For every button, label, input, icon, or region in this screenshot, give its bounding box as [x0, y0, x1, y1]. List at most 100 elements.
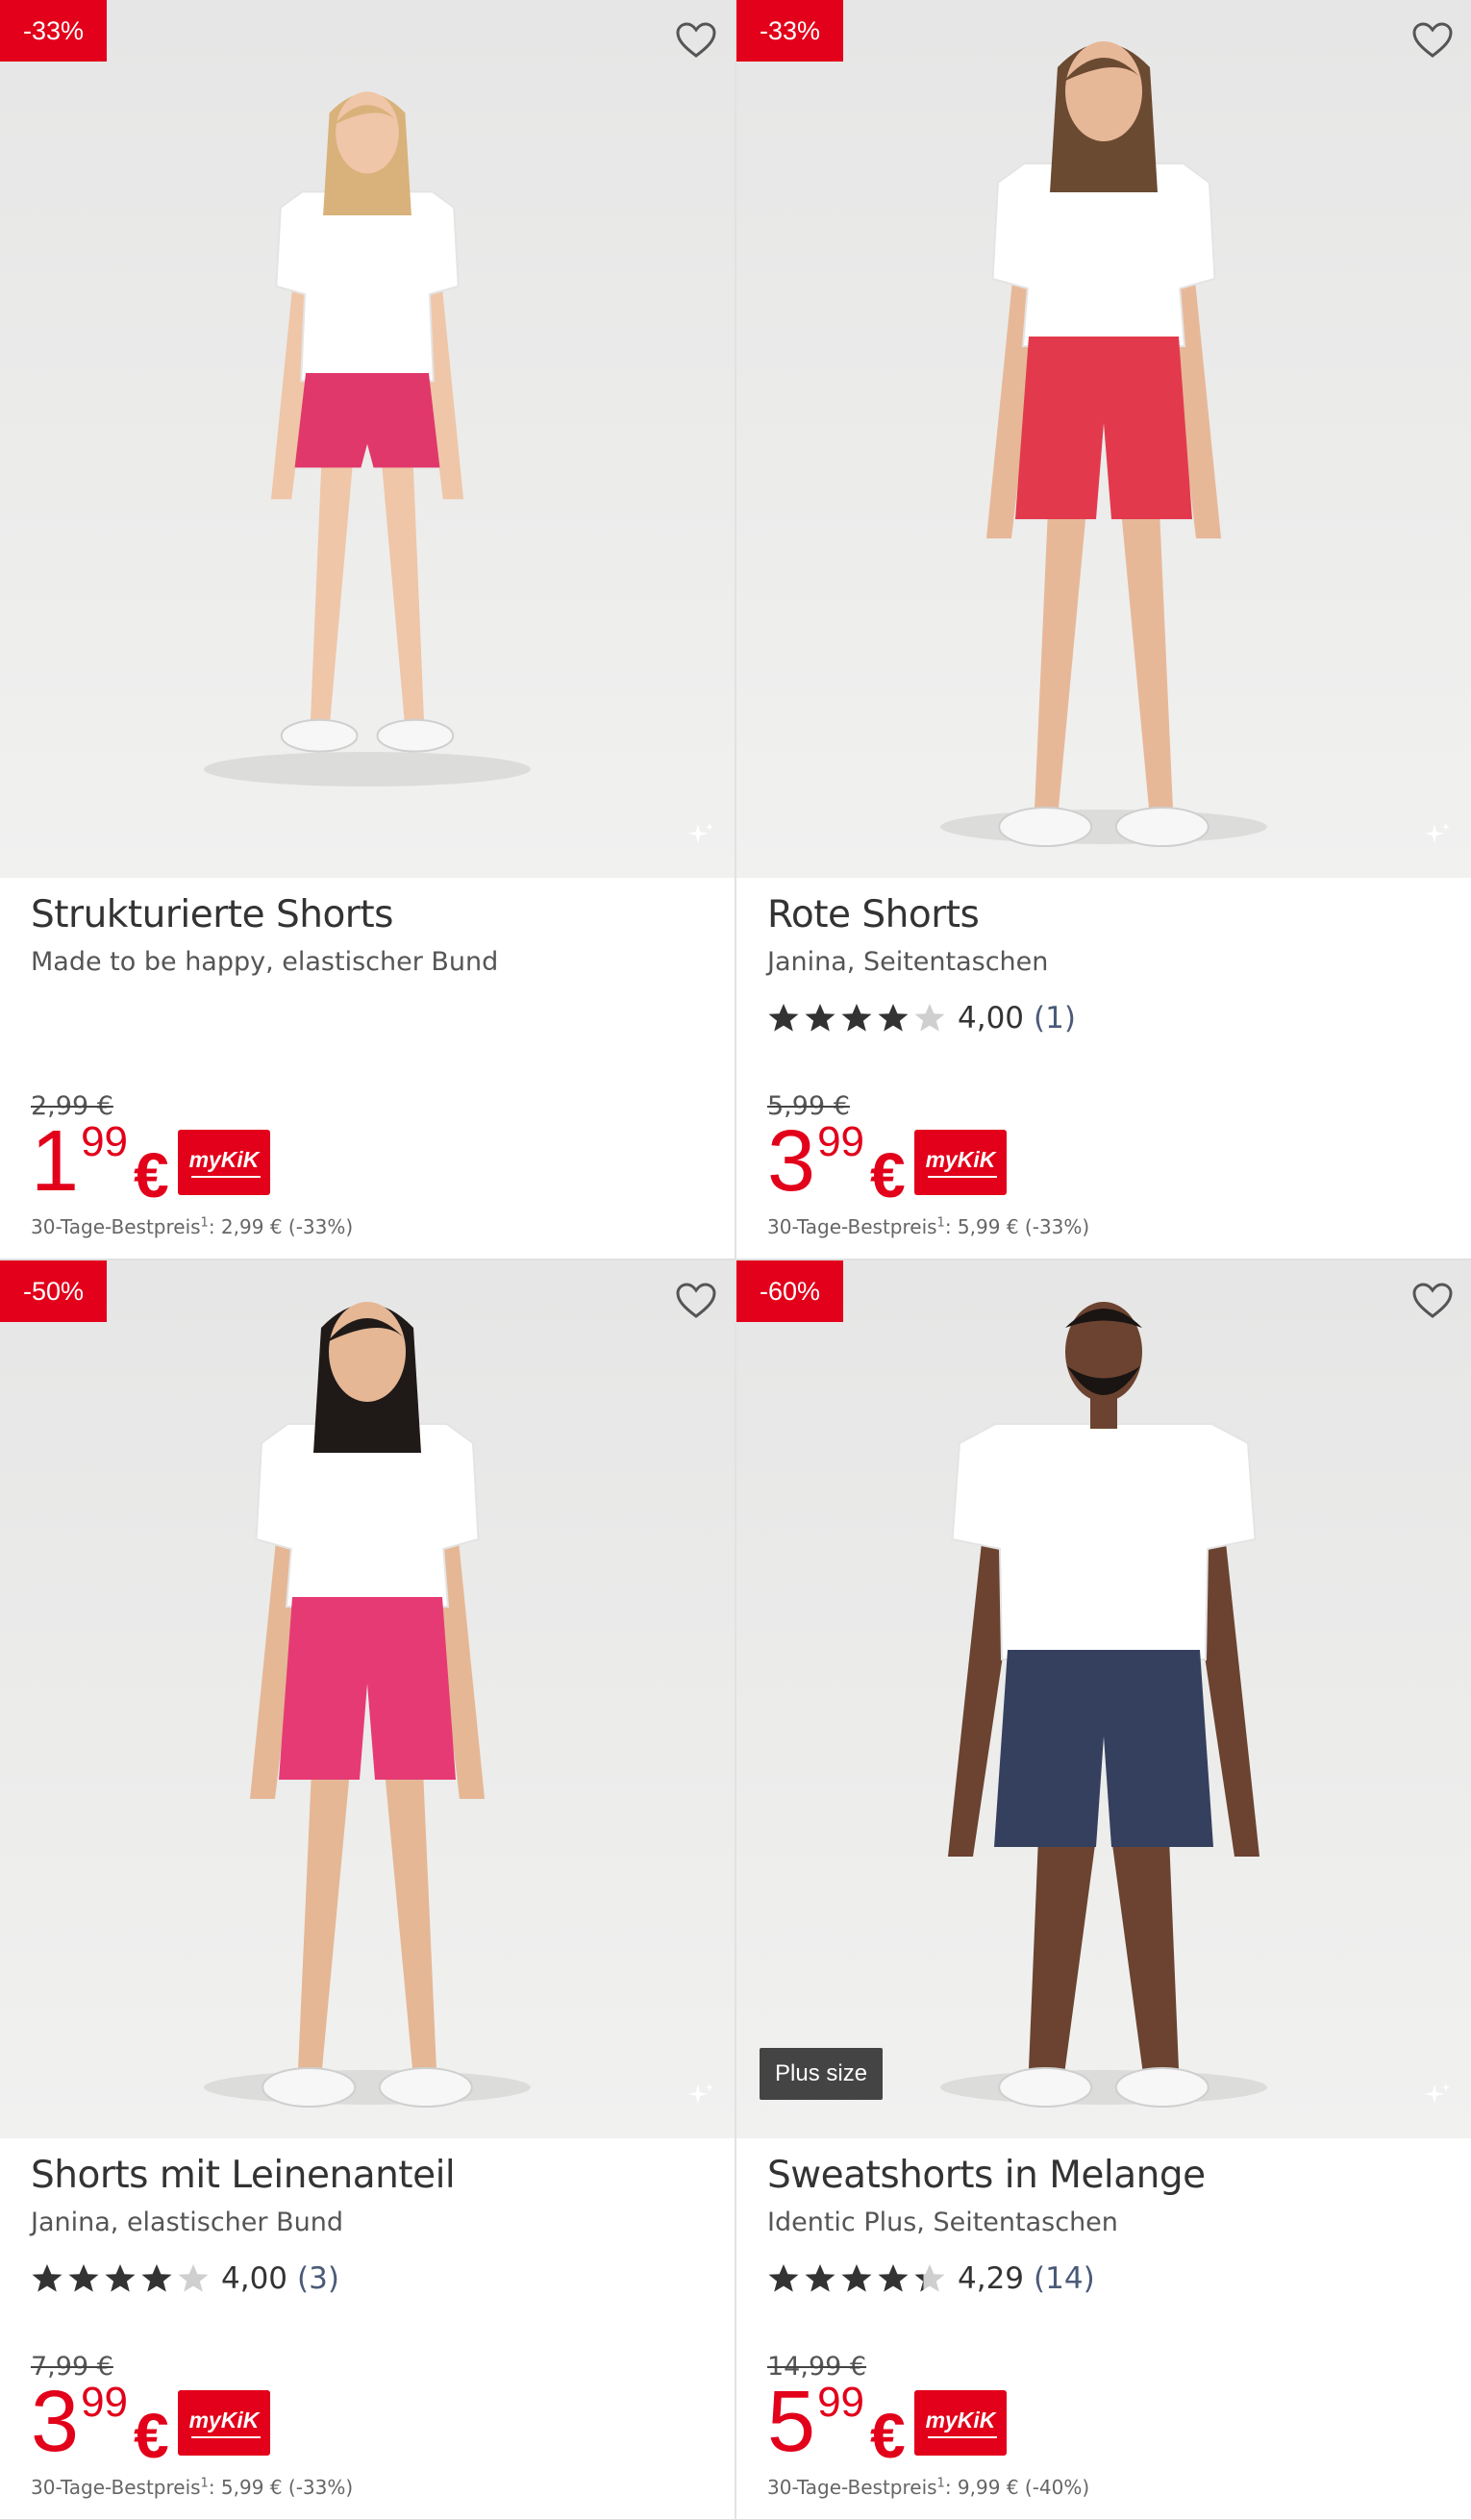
product-title[interactable]: Shorts mit Leinenanteil: [31, 2154, 456, 2197]
price-currency: €: [870, 1139, 906, 1210]
mykik-logo: myKiK: [914, 2390, 1007, 2456]
rating-value: 4,00: [221, 2261, 288, 2296]
product-info: Shorts mit Leinenanteil Janina, elastisc…: [0, 2138, 735, 2520]
current-price: 3 99 €: [767, 1118, 906, 1207]
reference-price: 30-Tage-Bestpreis1: 5,99 € (-33%): [767, 1215, 1089, 1238]
discount-badge: -33%: [736, 0, 843, 62]
product-info: Strukturierte Shorts Made to be happy, e…: [0, 878, 735, 1260]
product-subtitle: Janina, elastischer Bund: [31, 2208, 343, 2237]
rating-stars: [767, 1002, 946, 1035]
product-image[interactable]: -33%: [736, 0, 1471, 878]
star-empty-icon: [178, 2264, 209, 2292]
reference-price: 30-Tage-Bestpreis1: 9,99 € (-40%): [767, 2476, 1089, 2499]
reference-price-value: : 5,99 € (-33%): [944, 1215, 1090, 1238]
rating-value: 4,29: [958, 2261, 1025, 2296]
star-filled-icon: [841, 2264, 872, 2292]
product-image[interactable]: -33%: [0, 0, 735, 878]
footnote-marker: 1: [200, 1215, 209, 1231]
ai-sparkle-icon: [1423, 820, 1452, 849]
discount-badge: -60%: [736, 1260, 843, 1322]
rating-count[interactable]: (14): [1034, 2261, 1095, 2296]
star-filled-icon: [141, 2264, 172, 2292]
star-filled-icon: [805, 2264, 835, 2292]
product-subtitle: Made to be happy, elastischer Bund: [31, 947, 499, 977]
reference-price-label: 30-Tage-Bestpreis: [767, 1215, 937, 1238]
rating-stars: [31, 2262, 210, 2295]
ai-sparkle-icon: [686, 2081, 715, 2109]
favorite-heart-icon[interactable]: [675, 21, 717, 60]
discount-badge: -33%: [0, 0, 107, 62]
rating-value: 4,00: [958, 1001, 1025, 1035]
reference-price-value: : 9,99 € (-40%): [944, 2476, 1090, 2499]
model-photo: [940, 1302, 1267, 2108]
reference-price-label: 30-Tage-Bestpreis: [767, 2476, 937, 2499]
star-empty-icon: [914, 1004, 945, 1032]
rating[interactable]: 4,00 (3): [31, 2259, 339, 2298]
product-title[interactable]: Strukturierte Shorts: [31, 893, 393, 936]
price-currency: €: [134, 2400, 169, 2471]
star-filled-icon: [105, 2264, 136, 2292]
product-grid: -33% Strukturierte Shorts Made to be hap…: [0, 0, 1471, 2520]
mykik-logo: myKiK: [178, 1130, 270, 1195]
product-subtitle: Identic Plus, Seitentaschen: [767, 2208, 1118, 2237]
product-card[interactable]: -33% Rote Shorts Janina, Seitentaschen 4…: [736, 0, 1471, 1260]
rating-count[interactable]: (3): [297, 2261, 339, 2296]
product-info: Rote Shorts Janina, Seitentaschen 4,00 (1…: [736, 878, 1471, 1260]
price-currency: €: [134, 1139, 169, 1210]
reference-price-label: 30-Tage-Bestpreis: [31, 2476, 201, 2499]
discount-badge: -50%: [0, 1260, 107, 1322]
favorite-heart-icon[interactable]: [675, 1282, 717, 1320]
product-title[interactable]: Rote Shorts: [767, 893, 980, 936]
current-price: 3 99 €: [31, 2379, 169, 2467]
product-card[interactable]: -60% Plus size Sweatshorts in Melange Id…: [736, 1260, 1471, 2520]
current-price: 5 99 €: [767, 2379, 906, 2467]
star-filled-icon: [805, 1004, 835, 1032]
favorite-heart-icon[interactable]: [1411, 1282, 1454, 1320]
model-photo: [204, 1302, 531, 2108]
price-cents: 99: [81, 2379, 129, 2426]
rating-stars: [767, 2262, 946, 2295]
mykik-logo: myKiK: [914, 1130, 1007, 1195]
star-filled-icon: [841, 1004, 872, 1032]
footnote-marker: 1: [200, 2476, 209, 2491]
ai-sparkle-icon: [686, 820, 715, 849]
rating-count[interactable]: (1): [1034, 1001, 1076, 1035]
ai-sparkle-icon: [1423, 2081, 1452, 2109]
product-image[interactable]: -50%: [0, 1260, 735, 2138]
rating[interactable]: 4,00 (1): [767, 999, 1076, 1037]
reference-price-value: : 5,99 € (-33%): [208, 2476, 354, 2499]
price-integer: 1: [31, 1113, 79, 1210]
star-filled-icon: [32, 2264, 62, 2292]
star-filled-icon: [768, 2264, 799, 2292]
product-subtitle: Janina, Seitentaschen: [767, 947, 1049, 977]
model-photo: [204, 91, 531, 786]
star-filled-icon: [878, 1004, 909, 1032]
price-cents: 99: [817, 1118, 865, 1165]
product-card[interactable]: -50% Shorts mit Leinenanteil Janina, ela…: [0, 1260, 735, 2520]
mykik-logo: myKiK: [178, 2390, 270, 2456]
price-integer: 5: [767, 2374, 815, 2470]
star-half-icon: [914, 2264, 945, 2292]
product-info: Sweatshorts in Melange Identic Plus, Sei…: [736, 2138, 1471, 2520]
star-filled-icon: [768, 1004, 799, 1032]
reference-price: 30-Tage-Bestpreis1: 2,99 € (-33%): [31, 1215, 353, 1238]
product-image[interactable]: -60% Plus size: [736, 1260, 1471, 2138]
reference-price-label: 30-Tage-Bestpreis: [31, 1215, 201, 1238]
product-card[interactable]: -33% Strukturierte Shorts Made to be hap…: [0, 0, 735, 1260]
price-integer: 3: [767, 1113, 815, 1210]
price-cents: 99: [81, 1118, 129, 1165]
footnote-marker: 1: [936, 2476, 945, 2491]
price-cents: 99: [817, 2379, 865, 2426]
favorite-heart-icon[interactable]: [1411, 21, 1454, 60]
model-photo: [940, 41, 1267, 847]
plus-size-badge: Plus size: [760, 2048, 884, 2100]
current-price: 1 99 €: [31, 1118, 169, 1207]
footnote-marker: 1: [936, 1215, 945, 1231]
price-currency: €: [870, 2400, 906, 2471]
star-filled-icon: [878, 2264, 909, 2292]
product-title[interactable]: Sweatshorts in Melange: [767, 2154, 1206, 2197]
star-filled-icon: [68, 2264, 99, 2292]
price-integer: 3: [31, 2374, 79, 2470]
reference-price: 30-Tage-Bestpreis1: 5,99 € (-33%): [31, 2476, 353, 2499]
rating[interactable]: 4,29 (14): [767, 2259, 1095, 2298]
